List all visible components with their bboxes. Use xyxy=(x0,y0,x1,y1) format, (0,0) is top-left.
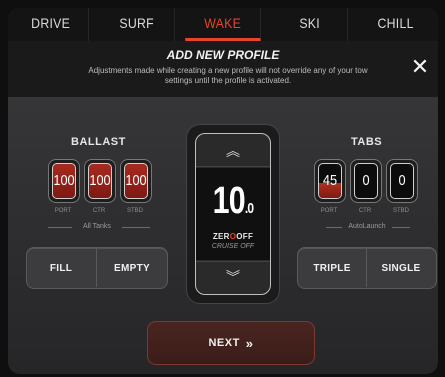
speed-control: ︽ 10.0 ZEROOFF CRUISE OFF ︾ xyxy=(186,124,280,304)
chevron-up-double-icon[interactable]: ︽ xyxy=(196,136,270,167)
header-banner: ADD NEW PROFILE Adjustments made while c… xyxy=(8,41,438,97)
page-title: ADD NEW PROFILE xyxy=(166,48,280,62)
speed-value: 10.0 xyxy=(203,180,262,223)
triple-button[interactable]: TRIPLE xyxy=(298,248,366,288)
ballast-port-tile[interactable]: 100 xyxy=(48,159,80,203)
speed-display: 10.0 ZEROOFF CRUISE OFF xyxy=(196,168,270,260)
ballast-port-label: PORT xyxy=(54,208,72,214)
logo-part: OFF xyxy=(236,232,254,241)
tab-chill[interactable]: CHILL xyxy=(358,8,433,41)
logo-part: ZER xyxy=(212,232,230,241)
tab-stbd-value: 0 xyxy=(398,172,406,189)
tabs-button-group: TRIPLE SINGLE xyxy=(297,247,437,289)
tab-stbd-label: STBD xyxy=(392,208,409,214)
banner-subtitle: Adjustments made while creating a new pr… xyxy=(88,66,368,85)
empty-button[interactable]: EMPTY xyxy=(97,248,167,288)
cruise-status: CRUISE OFF xyxy=(211,243,255,250)
tab-ctr-label: CTR xyxy=(358,208,372,214)
chevron-right-double-icon: » xyxy=(245,335,254,351)
fill-button[interactable]: FILL xyxy=(27,248,95,288)
tab-ctr-value: 0 xyxy=(362,172,370,189)
ballast-heading: BALLAST xyxy=(71,136,126,148)
next-button[interactable]: NEXT » xyxy=(147,321,315,365)
tabs-heading: TABS xyxy=(351,136,383,148)
tabs-group-label: AutoLaunch xyxy=(348,223,386,230)
next-label: NEXT xyxy=(208,337,240,349)
ballast-stbd-label: STBD xyxy=(126,208,143,214)
divider xyxy=(48,227,72,228)
screen: DRIVE SURF WAKE SKI CHILL ADD NEW PROFIL… xyxy=(8,8,438,374)
divider xyxy=(96,248,97,287)
ballast-stbd-value: 100 xyxy=(125,172,147,189)
zero-off-logo: ZEROOFF xyxy=(196,232,270,241)
close-icon[interactable]: ✕ xyxy=(408,55,432,79)
ballast-group-label: All Tanks xyxy=(83,223,111,230)
next-content: NEXT » xyxy=(148,322,314,364)
divider xyxy=(366,248,367,287)
ballast-stbd-tile[interactable]: 100 xyxy=(120,159,152,203)
single-button[interactable]: SINGLE xyxy=(366,248,436,288)
tab-stbd-tile[interactable]: 0 xyxy=(386,159,418,203)
tab-wake[interactable]: WAKE xyxy=(185,8,262,41)
mode-tab-bar: DRIVE SURF WAKE SKI CHILL xyxy=(8,8,438,41)
speed-whole: 10 xyxy=(212,180,246,222)
tab-ctr-tile[interactable]: 0 xyxy=(350,159,382,203)
ballast-port-value: 100 xyxy=(53,172,75,189)
speed-panel: ︽ 10.0 ZEROOFF CRUISE OFF ︾ xyxy=(195,133,271,295)
tab-ski[interactable]: SKI xyxy=(272,8,348,41)
ballast-button-group: FILL EMPTY xyxy=(26,247,168,289)
ballast-ctr-tile[interactable]: 100 xyxy=(84,159,116,203)
divider xyxy=(122,227,150,228)
tab-port-value: 45 xyxy=(322,172,338,189)
chevron-down-double-icon[interactable]: ︾ xyxy=(196,261,270,292)
divider xyxy=(326,227,342,228)
tab-port-label: PORT xyxy=(320,208,338,214)
ballast-ctr-label: CTR xyxy=(92,208,106,214)
ballast-ctr-value: 100 xyxy=(89,172,111,189)
speed-decimal: .0 xyxy=(244,200,254,217)
divider xyxy=(392,227,410,228)
tab-drive[interactable]: DRIVE xyxy=(13,8,90,41)
tab-surf[interactable]: SURF xyxy=(99,8,176,41)
tab-port-tile[interactable]: 45 xyxy=(314,159,346,203)
